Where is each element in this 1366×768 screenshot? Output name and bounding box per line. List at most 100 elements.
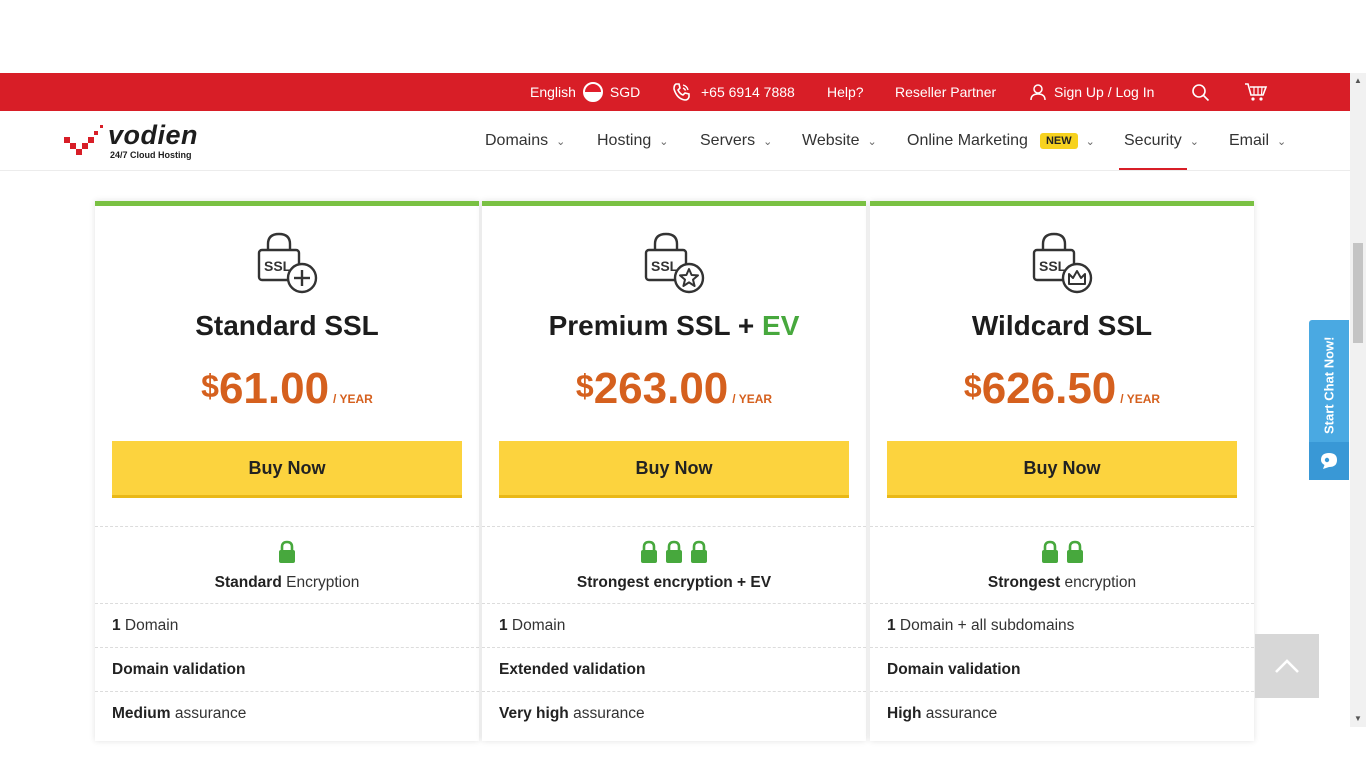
nav-domains[interactable]: Domains ⌄	[485, 111, 565, 171]
page-scrollbar[interactable]: ▲ ▼	[1350, 73, 1366, 727]
assurance-row: Medium assurance	[95, 691, 479, 735]
buy-now-button[interactable]: Buy Now	[499, 441, 849, 498]
reseller-partner-link[interactable]: Reseller Partner	[895, 73, 996, 111]
domains-row: 1 Domain	[95, 603, 479, 647]
ssl-icon-wrap: SSL	[482, 230, 866, 296]
scrollbar-thumb[interactable]	[1353, 243, 1363, 343]
lock-icon	[277, 540, 297, 569]
lock-icon	[1065, 540, 1085, 569]
validation-row: Domain validation	[95, 647, 479, 691]
plan-price: $61.00/ YEAR	[95, 364, 479, 414]
nav-website[interactable]: Website ⌄	[802, 111, 877, 171]
chevron-down-icon: ⌄	[867, 135, 877, 148]
buy-now-button[interactable]: Buy Now	[887, 441, 1237, 498]
currency-label: SGD	[609, 84, 641, 100]
nav-email-label: Email	[1229, 132, 1270, 149]
nav-hosting-label: Hosting	[597, 132, 652, 149]
domains-row: 1 Domain + all subdomains	[870, 603, 1254, 647]
ssl-icon-wrap: SSL	[95, 230, 479, 296]
lock-icon	[689, 540, 709, 569]
nav-online-marketing-label: Online Marketing	[907, 132, 1028, 149]
encryption-label: Standard Encryption	[214, 574, 360, 591]
lock-icon	[664, 540, 684, 569]
encryption-row: Strongest encryption + EV	[482, 526, 866, 603]
scroll-up-arrow-icon[interactable]: ▲	[1350, 73, 1366, 89]
svg-text:SSL: SSL	[264, 258, 292, 274]
buy-now-button[interactable]: Buy Now	[112, 441, 462, 498]
chevron-down-icon: ⌄	[763, 135, 773, 148]
phone-icon	[673, 83, 690, 101]
svg-text:SSL: SSL	[651, 258, 679, 274]
nav-security[interactable]: Security ⌄	[1124, 111, 1199, 171]
price-period: / YEAR	[333, 392, 373, 406]
assurance-row: Very high assurance	[482, 691, 866, 735]
chevron-down-icon: ⌄	[556, 135, 566, 148]
lock-icons	[870, 540, 1254, 569]
currency-symbol: $	[963, 368, 982, 404]
user-icon	[1030, 84, 1046, 101]
plan-title: Premium SSL + EV	[548, 310, 800, 341]
plan-title: Standard SSL	[195, 310, 379, 341]
vodien-logo[interactable]: vodien 24/7 Cloud Hosting	[62, 120, 212, 162]
encryption-label: Strongest encryption + EV	[576, 574, 772, 591]
chat-bubble-icon	[1309, 442, 1349, 480]
utility-bar: English SGD +65 6914 7888 Help? Reseller…	[0, 73, 1350, 111]
logo-name: vodien	[108, 120, 199, 150]
scroll-down-arrow-icon[interactable]: ▼	[1350, 711, 1366, 727]
nav-website-label: Website	[802, 132, 860, 149]
nav-hosting[interactable]: Hosting ⌄	[597, 111, 668, 171]
encryption-row: Standard Encryption	[95, 526, 479, 603]
logo-tagline: 24/7 Cloud Hosting	[110, 150, 192, 160]
back-to-top-button[interactable]	[1255, 634, 1319, 698]
new-badge: NEW	[1039, 133, 1078, 149]
search-icon	[1192, 83, 1210, 101]
ssl-icon-wrap: SSL	[870, 230, 1254, 296]
nav-online-marketing[interactable]: Online Marketing NEW ⌄	[907, 111, 1095, 171]
chevron-up-icon	[1275, 659, 1299, 673]
nav-email[interactable]: Email ⌄	[1229, 111, 1286, 171]
price-amount: 626.50	[981, 364, 1117, 413]
encryption-label: Strongest encryption	[987, 574, 1137, 591]
start-chat-tab[interactable]: Start Chat Now!	[1309, 320, 1349, 480]
chevron-down-icon: ⌄	[1277, 135, 1287, 148]
signup-login-link[interactable]: Sign Up / Log In	[1029, 73, 1154, 111]
price-amount: 61.00	[218, 364, 330, 413]
lock-icons	[95, 540, 479, 569]
ssl-plus-icon: SSL	[257, 232, 318, 294]
start-chat-label: Start Chat Now!	[1321, 336, 1337, 434]
page: English SGD +65 6914 7888 Help? Reseller…	[0, 0, 1366, 768]
search-button[interactable]	[1191, 73, 1210, 111]
svg-text:SSL: SSL	[1039, 258, 1067, 274]
domains-row: 1 Domain	[482, 603, 866, 647]
encryption-row: Strongest encryption	[870, 526, 1254, 603]
lock-icon	[639, 540, 659, 569]
nav-servers[interactable]: Servers ⌄	[700, 111, 772, 171]
singapore-flag-icon	[582, 82, 603, 102]
lock-icon	[1040, 540, 1060, 569]
language-selector[interactable]: English SGD	[530, 73, 640, 111]
plan-card-premium-ssl-ev: SSL Premium SSL + EV $263.00/ YEAR Buy N…	[482, 201, 866, 741]
lock-icons	[482, 540, 866, 569]
price-period: / YEAR	[732, 392, 773, 406]
ssl-star-icon: SSL	[644, 232, 705, 294]
nav-servers-label: Servers	[700, 132, 756, 149]
nav-domains-label: Domains	[485, 132, 549, 149]
language-label: English	[530, 84, 576, 100]
plan-title: Wildcard SSL	[971, 310, 1153, 341]
plan-price: $626.50/ YEAR	[870, 364, 1254, 414]
currency-symbol: $	[575, 368, 594, 404]
plan-price: $263.00/ YEAR	[482, 364, 866, 414]
validation-row: Domain validation	[870, 647, 1254, 691]
phone-number: +65 6914 7888	[701, 84, 795, 100]
help-label: Help?	[827, 84, 864, 100]
price-amount: 263.00	[593, 364, 729, 413]
phone-link[interactable]: +65 6914 7888	[671, 73, 795, 111]
chevron-down-icon: ⌄	[1189, 135, 1200, 148]
active-nav-indicator	[1119, 168, 1187, 170]
chevron-down-icon: ⌄	[659, 135, 669, 148]
cart-icon	[1245, 83, 1268, 101]
help-link[interactable]: Help?	[827, 73, 864, 111]
nav-security-label: Security	[1124, 132, 1182, 149]
cart-button[interactable]	[1244, 73, 1268, 111]
assurance-row: High assurance	[870, 691, 1254, 735]
